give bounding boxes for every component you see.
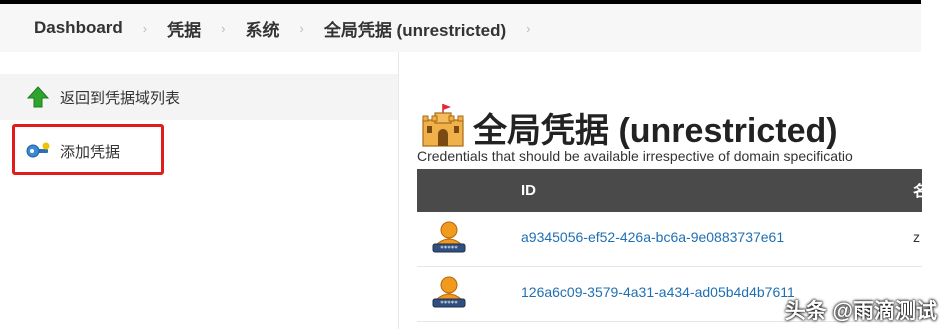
chevron-right-icon[interactable]: › <box>293 21 309 36</box>
chevron-right-icon[interactable]: › <box>520 21 536 36</box>
credential-id-link[interactable]: 126a6c09-3579-4a31-a434-ad05b4d4b7611 <box>521 284 795 300</box>
back-to-domains-label: 返回到凭据域列表 <box>60 89 181 107</box>
breadcrumb-global-credentials[interactable]: 全局凭据 (unrestricted) <box>310 16 520 41</box>
column-header-name[interactable]: 名 <box>913 180 922 201</box>
domain-description: Credentials that should be available irr… <box>417 148 853 164</box>
page-title: 全局凭据 (unrestricted) <box>473 111 838 150</box>
up-arrow-icon <box>26 85 50 109</box>
credential-name: z <box>913 229 920 245</box>
watermark: 头条 @雨滴测试 <box>784 300 937 323</box>
breadcrumb: Dashboard › 凭据 › 系统 › 全局凭据 (unrestricted… <box>0 4 921 52</box>
column-header-id[interactable]: ID <box>521 182 536 199</box>
user-credential-icon: ***** <box>431 220 467 261</box>
breadcrumb-system[interactable]: 系统 <box>231 16 293 41</box>
highlight-box <box>12 124 164 175</box>
main-content: 全局凭据 (unrestricted) Credentials that sho… <box>398 52 922 329</box>
user-credential-icon: ***** <box>431 275 467 316</box>
table-row: ***** a9345056-ef52-426a-bc6a-9e0883737e… <box>417 212 922 267</box>
chevron-right-icon[interactable]: › <box>137 21 153 36</box>
chevron-right-icon[interactable]: › <box>215 21 231 36</box>
sidebar: 返回到凭据域列表 添加凭据 <box>0 52 398 329</box>
svg-text:*****: ***** <box>440 245 458 253</box>
svg-text:*****: ***** <box>440 300 458 308</box>
breadcrumb-credentials[interactable]: 凭据 <box>153 16 215 41</box>
back-to-domains-link[interactable]: 返回到凭据域列表 <box>0 74 398 120</box>
breadcrumb-dashboard[interactable]: Dashboard <box>0 18 137 38</box>
castle-icon <box>421 102 465 153</box>
table-header: ID 名 <box>417 169 922 212</box>
credential-id-link[interactable]: a9345056-ef52-426a-bc6a-9e0883737e61 <box>521 229 784 245</box>
